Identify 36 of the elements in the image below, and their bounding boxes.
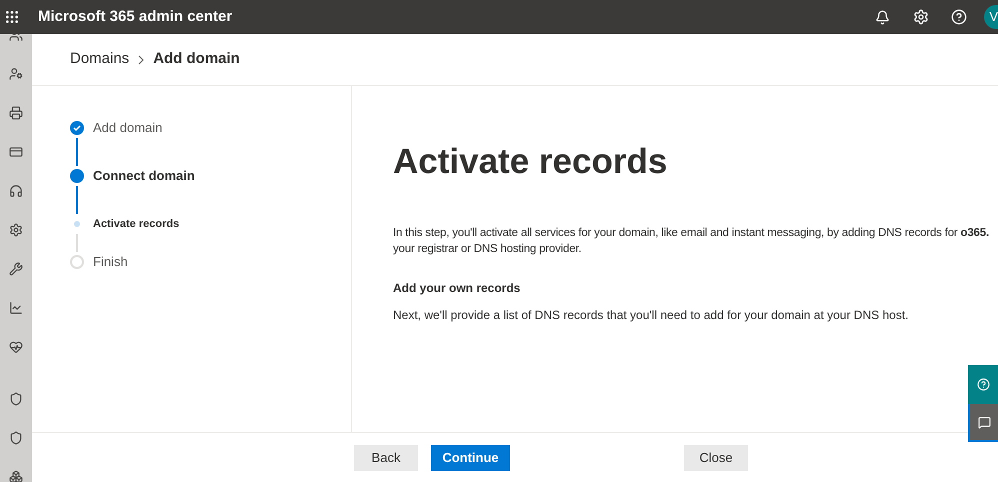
breadcrumb-current: Add domain [153, 49, 240, 70]
breadcrumb-link[interactable]: Domains [70, 48, 130, 71]
notification-icon[interactable] [875, 10, 890, 24]
section-title: Add your own records [393, 280, 522, 297]
app-title: Microsoft 365 admin center [38, 6, 232, 27]
intro-text: In this step, you'll activate all services for your domain, like email and instant messaging, by adding DNS records for o365. [393, 226, 989, 241]
nav-icon[interactable] [9, 145, 23, 159]
step-label: Activate records [93, 217, 180, 232]
step-label: Add domain [93, 121, 162, 137]
app-launcher-icon[interactable] [4, 9, 20, 25]
action-button[interactable]: Back [354, 444, 418, 470]
help-icon[interactable] [951, 9, 967, 25]
nav-icon[interactable] [9, 301, 23, 315]
action-button[interactable]: Close [684, 444, 748, 470]
settings-icon[interactable] [913, 9, 929, 25]
nav-icon[interactable] [9, 184, 23, 198]
chevron-icon [138, 54, 144, 64]
nav-icon[interactable] [9, 392, 23, 406]
step-label: Connect domain [93, 169, 195, 185]
nav-icon[interactable] [9, 67, 23, 81]
nav-icon[interactable] [9, 431, 23, 445]
page-heading: Activate records [393, 141, 668, 183]
intro-text: your registrar or DNS hosting provider. [393, 242, 582, 257]
nav-icon[interactable] [9, 106, 23, 120]
continue-button[interactable]: Continue [431, 444, 510, 470]
nav-icon[interactable] [9, 262, 23, 276]
section-text: Next, we'll provide a list of DNS records that you'll need to add for your domain at your DNS host. [393, 307, 910, 324]
feedback-tab[interactable] [968, 404, 998, 442]
step-label: Finish [93, 255, 128, 269]
chat-icon [978, 416, 990, 428]
help-icon [976, 378, 990, 391]
avatar[interactable]: V [984, 5, 998, 29]
nav-icon[interactable] [9, 340, 23, 354]
nav-icon[interactable] [9, 470, 23, 482]
nav-icon[interactable] [9, 223, 23, 237]
help-tab[interactable] [968, 365, 998, 404]
